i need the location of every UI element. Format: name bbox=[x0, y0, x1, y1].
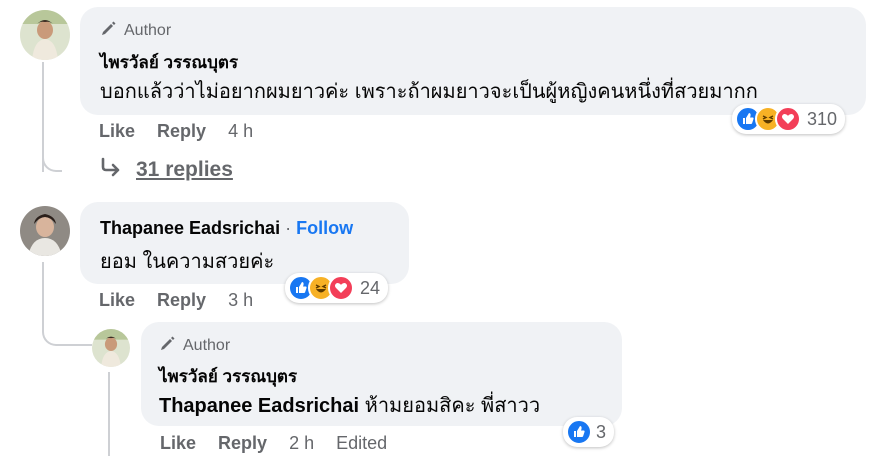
pen-icon bbox=[100, 19, 118, 42]
edited-label: Edited bbox=[336, 433, 388, 453]
comment-actions: Like Reply 3 h bbox=[99, 290, 253, 311]
like-button[interactable]: Like bbox=[99, 290, 135, 311]
author-badge: Author bbox=[159, 334, 230, 357]
reaction-count: 24 bbox=[360, 277, 381, 298]
author-badge: Author bbox=[100, 19, 171, 42]
reply-button[interactable]: Reply bbox=[157, 121, 206, 142]
like-button[interactable]: Like bbox=[160, 433, 196, 454]
follow-button[interactable]: Follow bbox=[296, 218, 353, 238]
commenter-name-line: Thapanee Eadsrichai · Follow bbox=[100, 218, 353, 239]
thread-curve bbox=[42, 150, 62, 172]
comment-text: บอกแล้วว่าไม่อยากผมยาวค่ะ เพราะถ้าผมยาวจ… bbox=[100, 81, 758, 103]
author-label: Author bbox=[183, 336, 231, 354]
love-reaction-icon bbox=[328, 275, 354, 301]
like-button[interactable]: Like bbox=[99, 121, 135, 142]
commenter-name[interactable]: ไพรวัลย์ วรรณบุตร bbox=[100, 49, 238, 76]
pen-icon bbox=[159, 334, 177, 357]
reaction-count: 3 bbox=[596, 421, 607, 442]
reply-button[interactable]: Reply bbox=[157, 290, 206, 311]
comment-actions: Like Reply 4 h bbox=[99, 121, 253, 142]
reaction-count: 310 bbox=[807, 108, 838, 129]
reply-arrow-icon bbox=[100, 157, 122, 183]
like-reaction-icon bbox=[566, 419, 592, 445]
reply-button[interactable]: Reply bbox=[218, 433, 267, 454]
replies-count-label[interactable]: 31 replies bbox=[136, 158, 233, 182]
love-reaction-icon bbox=[775, 106, 801, 132]
avatar[interactable] bbox=[20, 206, 70, 256]
thread-curve bbox=[42, 322, 92, 346]
comment-bubble: Thapanee Eadsrichai · Follow ยอม ในความส… bbox=[80, 202, 409, 284]
thread-line bbox=[108, 372, 110, 456]
commenter-name[interactable]: ไพรวัลย์ วรรณบุตร bbox=[159, 363, 297, 390]
reaction-summary[interactable]: 310 bbox=[732, 104, 846, 134]
separator-dot: · bbox=[285, 218, 292, 238]
comment-text-line: Thapanee Eadsrichai ห้ามยอมสิคะ พี่สาวว bbox=[159, 389, 540, 421]
avatar[interactable] bbox=[20, 10, 70, 60]
mention-link[interactable]: Thapanee Eadsrichai bbox=[159, 395, 359, 417]
timestamp[interactable]: 2 h bbox=[289, 433, 314, 454]
avatar[interactable] bbox=[92, 329, 130, 367]
timestamp[interactable]: 4 h bbox=[228, 121, 253, 142]
comment-text: ห้ามยอมสิคะ พี่สาวว bbox=[359, 395, 541, 417]
timestamp[interactable]: 3 h bbox=[228, 290, 253, 311]
comment-bubble: Author ไพรวัลย์ วรรณบุตร บอกแล้วว่าไม่อย… bbox=[80, 7, 866, 115]
comment-actions: Like Reply 2 h Edited bbox=[160, 433, 387, 454]
author-label: Author bbox=[124, 21, 172, 39]
comment-text: ยอม ในความสวยค่ะ bbox=[100, 251, 275, 273]
commenter-name[interactable]: Thapanee Eadsrichai bbox=[100, 218, 280, 238]
comment-bubble: Author ไพรวัลย์ วรรณบุตร Thapanee Eadsri… bbox=[141, 322, 622, 426]
view-replies-link[interactable]: 31 replies bbox=[100, 157, 233, 183]
reaction-summary[interactable]: 24 bbox=[285, 273, 389, 303]
reaction-summary[interactable]: 3 bbox=[563, 417, 615, 447]
